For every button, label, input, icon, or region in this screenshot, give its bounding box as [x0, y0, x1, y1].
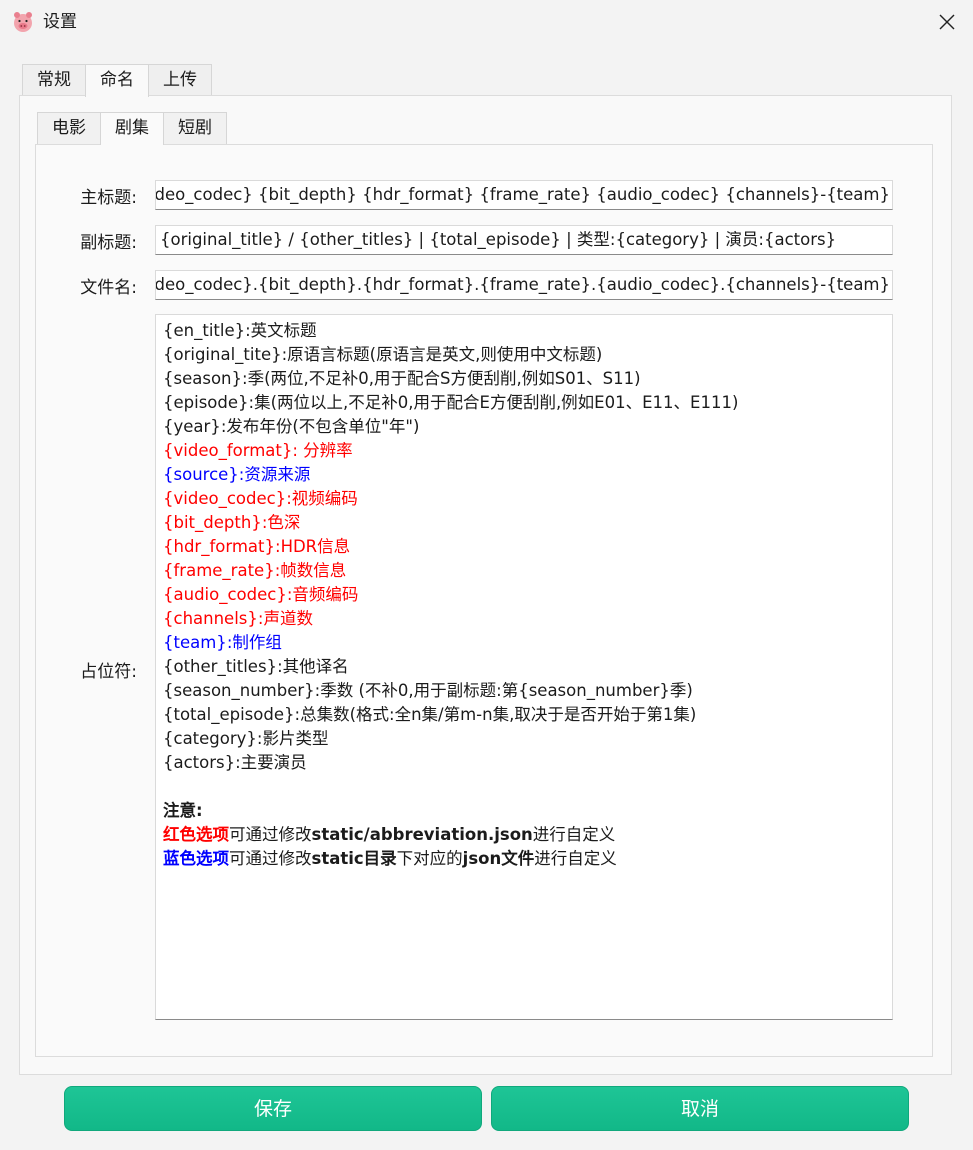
- blue-bold2: json文件: [462, 849, 535, 868]
- placeholder-desc: :声道数: [257, 609, 313, 628]
- placeholder-key: {video_codec}: [163, 489, 287, 508]
- notes-blue-line: 蓝色选项可通过修改static目录下对应的json文件进行自定义: [163, 847, 892, 871]
- placeholder-item: {bit_depth}:色深: [163, 511, 892, 535]
- placeholder-key: {episode}: [163, 393, 249, 412]
- placeholder-item: {season}:季(两位,不足补0,用于配合S方便刮削,例如S01、S11): [163, 367, 892, 391]
- placeholder-key: {audio_codec}: [163, 585, 287, 604]
- placeholder-item: {other_titles}:其他译名: [163, 655, 892, 679]
- placeholder-desc: : 分辨率: [292, 441, 353, 460]
- blue-text3: 进行自定义: [534, 849, 617, 868]
- subtitle-value: {original_title} / {other_titles} | {tot…: [160, 230, 837, 249]
- placeholder-item: {video_format}: 分辨率: [163, 439, 892, 463]
- filename-label: 文件名:: [80, 278, 137, 298]
- placeholder-desc: :季数 (不补0,用于副标题:第{season_number}季): [314, 681, 693, 700]
- main-title-input[interactable]: {en_title} {season}{year} {video_format}…: [155, 180, 893, 210]
- placeholder-key: {actors}: [163, 753, 236, 772]
- pig-face-icon: [14, 12, 32, 32]
- tab-upload[interactable]: 上传: [148, 64, 212, 96]
- placeholder-desc: :原语言标题(原语言是英文,则使用中文标题): [281, 345, 603, 364]
- tab-series[interactable]: 剧集: [100, 112, 164, 145]
- placeholder-item: {year}:发布年份(不包含单位"年"): [163, 415, 892, 439]
- placeholder-key: {channels}: [163, 609, 258, 628]
- placeholder-desc: :集(两位以上,不足补0,用于配合E方便刮削,例如E01、E11、E111): [248, 393, 739, 412]
- placeholder-desc: :帧数信息: [274, 561, 347, 580]
- placeholder-item: {actors}:主要演员: [163, 751, 892, 775]
- placeholder-desc: :主要演员: [235, 753, 307, 772]
- window-title: 设置: [43, 12, 77, 32]
- main-title-value: {en_title} {season}{year} {video_format}…: [155, 185, 890, 204]
- placeholder-desc: :制作组: [226, 633, 282, 652]
- placeholder-item: {en_title}:英文标题: [163, 319, 892, 343]
- close-icon: [939, 14, 955, 30]
- placeholder-key: {other_titles}: [163, 657, 278, 676]
- placeholder-key: {bit_depth}: [163, 513, 262, 532]
- close-button[interactable]: [921, 0, 973, 44]
- placeholder-item: {source}:资源来源: [163, 463, 892, 487]
- placeholder-label: 占位符:: [80, 662, 137, 682]
- placeholder-key: {en_title}: [163, 321, 246, 340]
- placeholder-desc: :季(两位,不足补0,用于配合S方便刮削,例如S01、S11): [242, 369, 641, 388]
- tab-movie[interactable]: 电影: [37, 112, 101, 144]
- placeholder-key: {hdr_format}: [163, 537, 276, 556]
- tab-general[interactable]: 常规: [22, 64, 86, 96]
- placeholder-list: {en_title}:英文标题 {original_tite}:原语言标题(原语言…: [163, 319, 892, 775]
- placeholder-item: {total_episode}:总集数(格式:全n集/第m-n集,取决于是否开始…: [163, 703, 892, 727]
- placeholder-desc: :HDR信息: [275, 537, 351, 556]
- subtitle-label: 副标题:: [80, 233, 137, 253]
- placeholder-key: {season}: [163, 369, 243, 388]
- placeholder-item: {original_tite}:原语言标题(原语言是英文,则使用中文标题): [163, 343, 892, 367]
- blue-text1: 可通过修改: [229, 849, 312, 868]
- filename-value: {en_title}.{season}.{year}.{video_format…: [155, 275, 890, 294]
- placeholder-item: {hdr_format}:HDR信息: [163, 535, 892, 559]
- outer-tab-bar: 常规 命名 上传: [22, 64, 212, 97]
- inner-tab-bar: 电影 剧集 短剧: [37, 112, 227, 145]
- red-text1: 可通过修改: [229, 825, 312, 844]
- placeholder-desc: :影片类型: [256, 729, 329, 748]
- main-title-label: 主标题:: [80, 188, 137, 208]
- red-option-highlight: 红色选项: [163, 825, 229, 844]
- placeholder-desc: :视频编码: [286, 489, 358, 508]
- placeholder-key: {total_episode}: [163, 705, 295, 724]
- placeholder-item: {audio_codec}:音频编码: [163, 583, 892, 607]
- placeholder-key: {frame_rate}: [163, 561, 275, 580]
- placeholder-desc: :发布年份(不包含单位"年"): [220, 417, 420, 436]
- notes-red-line: 红色选项可通过修改static/abbreviation.json进行自定义: [163, 823, 892, 847]
- red-text2: 进行自定义: [532, 825, 616, 844]
- placeholder-desc: :音频编码: [286, 585, 359, 604]
- blue-bold1: static目录: [311, 849, 397, 868]
- placeholder-desc: :资源来源: [238, 465, 311, 484]
- placeholder-key: {video_format}: [163, 441, 293, 460]
- placeholder-item: {channels}:声道数: [163, 607, 892, 631]
- placeholder-desc: :色深: [261, 513, 301, 532]
- placeholder-item: {team}:制作组: [163, 631, 892, 655]
- placeholder-key: {original_tite}: [163, 345, 282, 364]
- placeholder-key: {year}: [163, 417, 221, 436]
- placeholder-key: {team}: [163, 633, 227, 652]
- save-button[interactable]: 保存: [64, 1086, 482, 1131]
- placeholder-desc: :总集数(格式:全n集/第m-n集,取决于是否开始于第1集): [294, 705, 697, 724]
- placeholder-item: {category}:影片类型: [163, 727, 892, 751]
- placeholder-key: {season_number}: [163, 681, 315, 700]
- placeholder-item: {episode}:集(两位以上,不足补0,用于配合E方便刮削,例如E01、E1…: [163, 391, 892, 415]
- tab-naming[interactable]: 命名: [85, 64, 149, 97]
- placeholder-textarea[interactable]: {en_title}:英文标题 {original_tite}:原语言标题(原语言…: [155, 314, 893, 1020]
- placeholder-item: {season_number}:季数 (不补0,用于副标题:第{season_n…: [163, 679, 892, 703]
- placeholder-item: {video_codec}:视频编码: [163, 487, 892, 511]
- placeholder-item: {frame_rate}:帧数信息: [163, 559, 892, 583]
- notes-title: 注意:: [163, 801, 203, 820]
- cancel-button[interactable]: 取消: [491, 1086, 909, 1131]
- blue-option-highlight: 蓝色选项: [163, 849, 229, 868]
- placeholder-key: {category}: [163, 729, 257, 748]
- placeholder-desc: :其他译名: [277, 657, 349, 676]
- subtitle-input[interactable]: {original_title} / {other_titles} | {tot…: [155, 225, 893, 255]
- tab-short-drama[interactable]: 短剧: [163, 112, 227, 144]
- blue-text2: 下对应的: [396, 849, 463, 868]
- placeholder-key: {source}: [163, 465, 239, 484]
- title-bar: 设置: [0, 0, 973, 44]
- filename-input[interactable]: {en_title}.{season}.{year}.{video_format…: [155, 270, 893, 300]
- red-bold1: static/abbreviation.json: [311, 825, 533, 844]
- placeholder-desc: :英文标题: [245, 321, 317, 340]
